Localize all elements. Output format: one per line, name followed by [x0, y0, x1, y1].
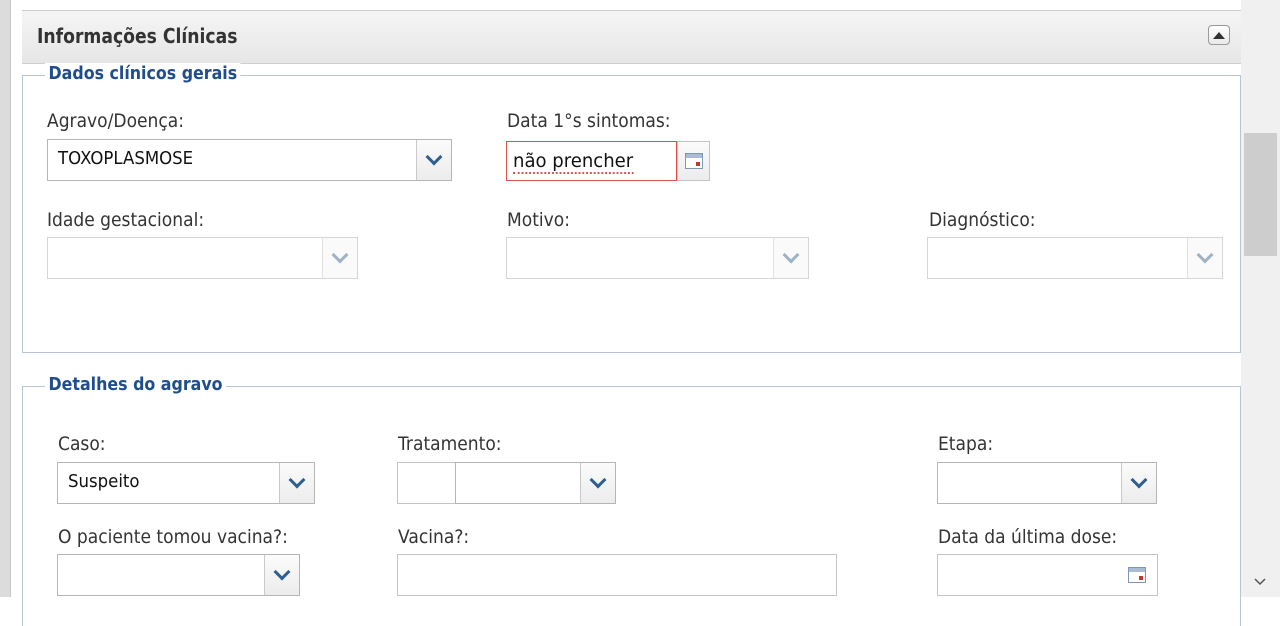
motivo-label: Motivo: [507, 209, 571, 231]
chevron-down-icon [589, 471, 607, 489]
calendar-icon[interactable] [1128, 567, 1146, 583]
idade-gestacional-select[interactable] [47, 237, 358, 279]
left-divider [10, 0, 11, 597]
calendar-icon [685, 153, 703, 169]
tratamento-dropdown-trigger[interactable] [580, 463, 615, 503]
tratamento-code-input[interactable] [397, 462, 456, 504]
chevron-up-icon [1213, 31, 1225, 39]
data-sintomas-value: não prencher [513, 150, 634, 174]
diagnostico-dropdown-trigger[interactable] [1187, 238, 1222, 278]
panel-title: Informações Clínicas [37, 24, 238, 48]
vacina-input[interactable] [397, 554, 837, 596]
tratamento-select[interactable] [455, 462, 616, 504]
agravo-select[interactable]: TOXOPLASMOSE [47, 139, 452, 181]
vertical-scrollbar[interactable] [1241, 0, 1280, 597]
scrollbar-thumb[interactable] [1244, 133, 1277, 256]
caso-value: Suspeito [68, 471, 140, 492]
details-legend: Detalhes do agravo [45, 374, 227, 395]
caso-label: Caso: [58, 433, 106, 455]
left-gutter [0, 0, 10, 597]
chevron-down-icon [273, 563, 291, 581]
general-legend: Dados clínicos gerais [45, 63, 241, 84]
chevron-down-icon [1130, 471, 1148, 489]
ultima-dose-input[interactable] [937, 554, 1158, 596]
agravo-label: Agravo/Doença: [47, 110, 185, 132]
idade-gestacional-label: Idade gestacional: [47, 209, 205, 231]
agravo-dropdown-trigger[interactable] [416, 140, 451, 180]
etapa-label: Etapa: [938, 433, 994, 455]
idade-dropdown-trigger[interactable] [322, 238, 357, 278]
caso-select[interactable]: Suspeito [57, 462, 315, 504]
chevron-down-icon [1254, 578, 1266, 586]
caso-dropdown-trigger[interactable] [279, 463, 314, 503]
tratamento-label: Tratamento: [398, 433, 502, 455]
vacina-tomou-dropdown-trigger[interactable] [264, 555, 299, 595]
motivo-dropdown-trigger[interactable] [773, 238, 808, 278]
data-sintomas-calendar-button[interactable] [677, 141, 710, 181]
vacina-tomou-select[interactable] [57, 554, 300, 596]
chevron-down-icon [1196, 246, 1214, 264]
motivo-select[interactable] [506, 237, 809, 279]
chevron-down-icon [331, 246, 349, 264]
collapse-button[interactable] [1208, 25, 1230, 45]
chevron-down-icon [425, 148, 443, 166]
agravo-value: TOXOPLASMOSE [58, 148, 194, 169]
diagnostico-label: Diagnóstico: [929, 209, 1036, 231]
chevron-down-icon [288, 471, 306, 489]
vacina-tomou-label: O paciente tomou vacina?: [58, 526, 288, 548]
data-sintomas-input[interactable]: não prencher [506, 141, 677, 181]
etapa-select[interactable] [937, 462, 1157, 504]
etapa-dropdown-trigger[interactable] [1121, 463, 1156, 503]
vacina-label: Vacina?: [398, 526, 470, 548]
chevron-down-icon [782, 246, 800, 264]
data-sintomas-label: Data 1°s sintomas: [507, 110, 671, 132]
diagnostico-select[interactable] [927, 237, 1223, 279]
scroll-down-button[interactable] [1250, 572, 1270, 592]
ultima-dose-label: Data da última dose: [938, 526, 1118, 548]
